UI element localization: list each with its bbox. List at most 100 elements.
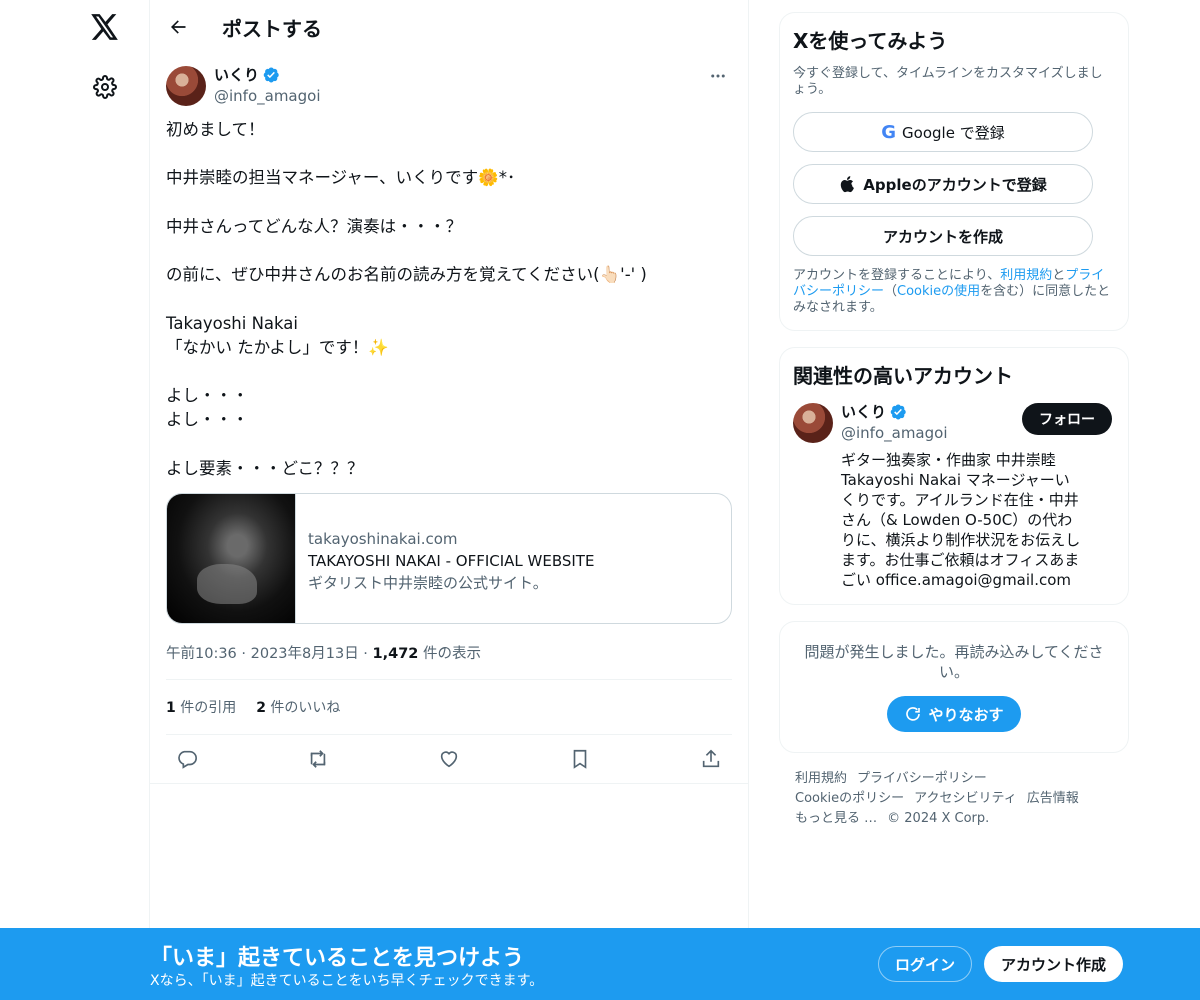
login-button[interactable]: ログイン [878,946,972,982]
footer-more[interactable]: もっと見る … [795,811,877,826]
post-header: ポストする [150,0,748,54]
post-text-line [166,142,732,166]
footer-ads[interactable]: 広告情報 [1027,791,1079,806]
signup-title: Xを使ってみよう [793,29,948,53]
view-count: 1,472 [372,646,419,663]
legal-and: と [1052,268,1066,283]
share-icon[interactable] [694,742,728,776]
post-text-line: の前に、ぜひ中井さんのお名前の読み方を覚えてください(👆🏻'-' ) [166,265,647,285]
post-text-line: よし・・・ [166,410,249,430]
related-accounts-box: 関連性の高いアカウント いくり @info_amagoi ギター独奏家・作曲家 … [779,347,1129,605]
apple-signup-button[interactable]: Appleのアカウントで登録 [793,164,1093,204]
author-names: いくり @info_amagoi [214,64,321,105]
left-nav [0,0,150,1000]
create-account-button[interactable]: アカウントを作成 [793,216,1093,256]
post-text-line: よし要素・・・どこ？？？ [166,458,364,478]
quotes-count: 1 [166,700,176,717]
verified-badge-icon [890,404,906,419]
post-text-line: よし・・・ [166,386,249,406]
quotes-stat[interactable]: 1 件の引用 [166,697,236,717]
legal-pre: アカウントを登録することにより、 [793,268,1001,283]
signup-legal-text: アカウントを登録することにより、利用規約とプライバシーポリシー（Cookieの使… [793,268,1112,316]
banner-subtitle: Xなら、「いま」起きていることをいち早くチェックできます。 [150,973,544,989]
link-card-body[interactable]: takayoshinakai.com TAKAYOSHI NAKAI - OFF… [296,494,606,623]
like-heart-icon[interactable] [432,742,466,776]
author-name-row[interactable]: いくり [214,64,321,85]
divider [150,783,748,785]
post-text-line: 中井崇睦の担当マネージャー、いくりです🌼*･ [166,168,516,188]
refresh-icon [906,707,921,721]
footer-privacy[interactable]: プライバシーポリシー [857,771,987,786]
avatar[interactable] [793,403,833,443]
likes-label: 件のいいね [270,700,341,717]
retry-button[interactable]: やりなおす [887,696,1021,732]
post-text-line [166,239,732,263]
settings-gear-icon[interactable] [88,70,122,104]
post-time[interactable]: 午前10:36 [166,646,237,662]
post-text-line: 中井さんってどんな人？演奏は・・・？ [166,216,463,236]
main-column: ポストする いくり @info_amagoi 初めまして！ 中井崇睦の担当マネー… [149,0,749,1000]
footer-terms[interactable]: 利用規約 [795,771,847,786]
repost-icon[interactable] [301,742,335,776]
post-text-line: 「なかい たかよし」です！✨ [166,337,389,357]
x-logo-icon[interactable] [86,8,124,46]
footer-accessibility[interactable]: アクセシビリティ [914,791,1017,806]
page-title: ポストする [222,16,322,41]
create-account-label: アカウントを作成 [882,227,1003,246]
google-g-icon: G [881,121,897,143]
related-name[interactable]: いくり [841,401,886,422]
legal-paren: （ [884,284,898,299]
post-stats: 1 件の引用 2 件のいいね [166,680,732,736]
view-label: 件の表示 [423,646,482,663]
retry-label: やりなおす [928,705,1004,724]
post-text-line: 初めまして！ [166,120,265,139]
terms-link[interactable]: 利用規約 [1000,268,1052,283]
link-card-domain: takayoshinakai.com [308,530,458,549]
likes-count: 2 [256,700,266,717]
apple-icon [841,176,855,193]
link-card-title: TAKAYOSHI NAKAI - OFFICIAL WEBSITE [308,552,595,571]
cookie-link[interactable]: Cookieの使用 [897,284,980,299]
post-text: 初めまして！ 中井崇睦の担当マネージャー、いくりです🌼*･ 中井さんってどんな人… [166,118,732,481]
post-text-line [166,433,732,457]
apple-signup-label: Appleのアカウントで登録 [863,175,1047,194]
related-account[interactable]: いくり @info_amagoi ギター独奏家・作曲家 中井崇睦 Takayos… [793,401,1112,590]
post-text-line: Takayoshi Nakai [166,313,298,333]
link-card-description: ギタリスト中井崇睦の公式サイト。 [308,574,548,593]
post-text-line [166,360,732,384]
post-meta: 午前10:36 · 2023年8月13日 · 1,472 件の表示 [166,642,732,681]
google-signup-label: Google で登録 [902,123,1005,142]
author-name[interactable]: いくり [214,64,259,85]
back-arrow-icon[interactable] [164,13,192,41]
post-actions [166,735,732,783]
signup-box: Xを使ってみよう 今すぐ登録して、タイムラインをカスタマイズしましょう。 G G… [779,12,1129,331]
error-message: 問題が発生しました。再読み込みしてください。 [804,643,1104,681]
right-sidebar: Xを使ってみよう 今すぐ登録して、タイムラインをカスタマイズしましょう。 G G… [779,12,1129,829]
footer-cookie[interactable]: Cookieのポリシー [795,791,904,806]
more-options-icon[interactable] [704,64,732,88]
footer-links: 利用規約 プライバシーポリシー Cookieのポリシー アクセシビリティ 広告情報 も… [779,769,1129,829]
bookmark-icon[interactable] [563,742,597,776]
banner-signup-button[interactable]: アカウント作成 [984,946,1123,982]
signup-subtitle: 今すぐ登録して、タイムラインをカスタマイズしましょう。 [793,66,1103,97]
post: いくり @info_amagoi 初めまして！ 中井崇睦の担当マネージャー、いく… [150,54,748,785]
post-date[interactable]: 2023年8月13日 [251,646,359,662]
link-card-image[interactable] [167,494,296,624]
bottom-signup-banner: 「いま」起きていることを見つけよう Xなら、「いま」起きていることをいち早くチェ… [0,928,1200,1000]
google-signup-button[interactable]: G Google で登録 [793,112,1093,152]
verified-badge-icon [263,67,279,82]
follow-button[interactable]: フォロー [1022,403,1112,435]
post-author: いくり @info_amagoi [166,64,732,110]
error-box: 問題が発生しました。再読み込みしてください。 やりなおす [779,621,1129,753]
footer-copyright: © 2024 X Corp. [887,811,990,826]
related-title: 関連性の高いアカウント [793,364,1013,388]
related-bio: ギター独奏家・作曲家 中井崇睦 Takayoshi Nakai マネージャーいく… [841,451,1081,589]
author-handle[interactable]: @info_amagoi [214,87,321,105]
post-text-line [166,191,732,215]
post-text-line [166,287,732,311]
likes-stat[interactable]: 2 件のいいね [256,697,340,717]
link-card[interactable]: takayoshinakai.com TAKAYOSHI NAKAI - OFF… [166,493,732,625]
quotes-label: 件の引用 [180,700,237,717]
reply-icon[interactable] [170,742,204,776]
avatar[interactable] [166,66,206,106]
